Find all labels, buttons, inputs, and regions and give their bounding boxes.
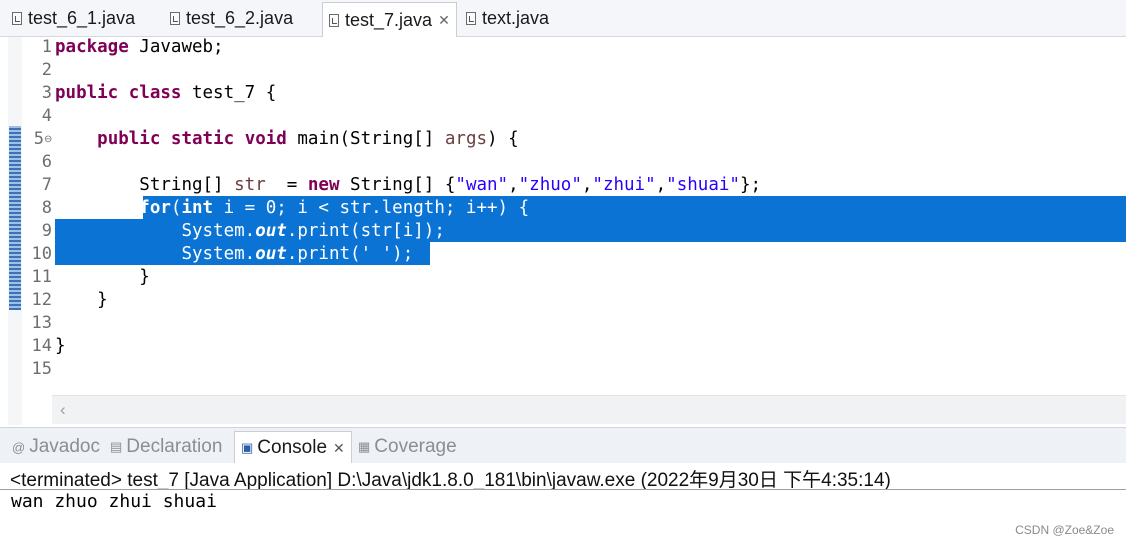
console-status: <terminated> test_7 [Java Application] D… bbox=[10, 470, 891, 491]
tab-label: Console bbox=[257, 437, 328, 458]
editor-tab-bar: test_6_1.java test_6_2.java test_7.java … bbox=[0, 0, 1126, 37]
line-number: 8 bbox=[41, 198, 52, 218]
horizontal-scrollbar[interactable]: ‹ bbox=[52, 395, 1126, 424]
line-number: 4 bbox=[41, 106, 52, 126]
line-number: 12 bbox=[31, 290, 52, 310]
tab-console[interactable]: ▣ Console ✕ bbox=[234, 431, 352, 464]
line-number: 6 bbox=[41, 152, 52, 172]
code-line: } bbox=[55, 336, 66, 356]
tab-label: test_6_2.java bbox=[186, 7, 294, 28]
line-number: 5 bbox=[33, 129, 44, 149]
tab-label: test_6_1.java bbox=[28, 7, 136, 28]
line-number: 2 bbox=[41, 60, 52, 80]
tab-label: Declaration bbox=[126, 436, 223, 457]
console-output: wan zhuo zhui shuai bbox=[11, 491, 217, 512]
code-line: System.out.print(str[i]); bbox=[181, 221, 445, 241]
tab-test-6-2[interactable]: test_6_2.java bbox=[170, 3, 293, 33]
line-number: 11 bbox=[31, 267, 52, 287]
line-number: 7 bbox=[41, 175, 52, 195]
code-line: public static void main(String[] args) { bbox=[97, 129, 519, 149]
code-editor[interactable]: 1 2 3 4 5 6 7 8 9 10 11 12 13 14 15 ⊖ pa… bbox=[0, 37, 1126, 425]
view-tab-bar: @ Javadoc ▤ Declaration ▣ Console ✕ ▦ Co… bbox=[0, 427, 1126, 464]
console-divider bbox=[0, 489, 1126, 490]
code-line: String[] str = new String[] {"wan","zhuo… bbox=[139, 175, 762, 195]
close-icon[interactable]: ✕ bbox=[333, 440, 345, 457]
change-marker bbox=[9, 126, 21, 310]
code-line: public class test_7 { bbox=[55, 83, 277, 103]
tab-text[interactable]: text.java bbox=[466, 3, 549, 33]
tab-label: Coverage bbox=[374, 436, 457, 457]
tab-label: text.java bbox=[482, 7, 550, 28]
tab-coverage[interactable]: ▦ Coverage bbox=[358, 432, 457, 462]
line-number: 13 bbox=[31, 313, 52, 333]
java-file-icon bbox=[466, 11, 476, 25]
scroll-left-icon[interactable]: ‹ bbox=[60, 400, 66, 420]
line-number: 9 bbox=[41, 221, 52, 241]
tab-label: test_7.java bbox=[345, 9, 433, 30]
line-number: 14 bbox=[31, 336, 52, 356]
line-number: 15 bbox=[31, 359, 52, 379]
watermark: CSDN @Zoe&Zoe bbox=[1015, 523, 1114, 537]
code-line: } bbox=[55, 290, 108, 310]
console-view[interactable]: <terminated> test_7 [Java Application] D… bbox=[0, 463, 1126, 546]
java-file-icon bbox=[329, 13, 339, 27]
javadoc-icon: @ bbox=[12, 439, 26, 455]
java-file-icon bbox=[170, 11, 180, 25]
tab-javadoc[interactable]: @ Javadoc bbox=[12, 432, 100, 462]
line-number: 10 bbox=[31, 244, 52, 264]
coverage-icon: ▦ bbox=[358, 439, 371, 454]
tab-test-6-1[interactable]: test_6_1.java bbox=[12, 3, 135, 33]
fold-toggle-icon[interactable]: ⊖ bbox=[44, 128, 52, 151]
code-line: package Javaweb; bbox=[55, 37, 224, 57]
declaration-icon: ▤ bbox=[110, 439, 123, 454]
java-file-icon bbox=[12, 11, 22, 25]
tab-test-7[interactable]: test_7.java ✕ bbox=[322, 2, 457, 37]
code-line: System.out.print(' '); bbox=[181, 244, 414, 264]
code-line: for(int i = 0; i < str.length; i++) { bbox=[139, 198, 530, 218]
console-icon: ▣ bbox=[241, 440, 254, 455]
code-line: } bbox=[55, 267, 150, 287]
tab-label: Javadoc bbox=[29, 436, 100, 457]
close-icon[interactable]: ✕ bbox=[438, 12, 450, 29]
tab-declaration[interactable]: ▤ Declaration bbox=[110, 432, 222, 462]
line-number: 3 bbox=[41, 83, 52, 103]
line-number: 1 bbox=[41, 37, 52, 57]
